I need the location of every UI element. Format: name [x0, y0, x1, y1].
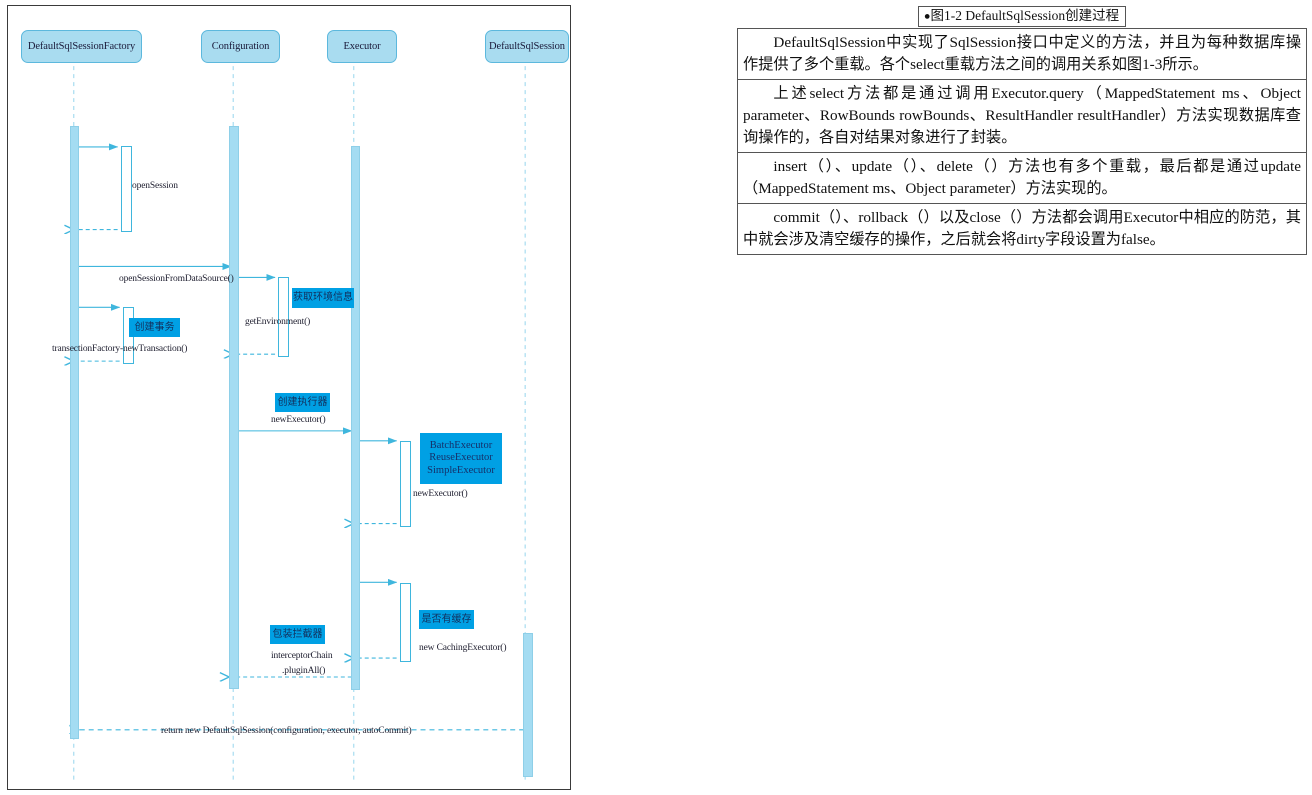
note-line: 包装拦截器 [272, 628, 323, 640]
note-line: BatchExecutor [429, 440, 493, 452]
message-label-new-transaction: transectionFactory-newTransaction() [52, 344, 188, 354]
message-label-return-default-sql-session: return new DefaultSqlSession(configurati… [161, 726, 412, 736]
participant-label: DefaultSqlSession [489, 41, 565, 52]
note-get-environment-info: 获取环境信息 [292, 288, 354, 308]
activation-nested-caching-executor [400, 583, 411, 662]
note-create-transaction: 创建事务 [129, 318, 180, 337]
activation-bar-configuration [229, 126, 239, 689]
participant-default-sql-session[interactable]: DefaultSqlSession [485, 30, 569, 63]
participant-label: Executor [343, 41, 381, 52]
note-line: 创建事务 [134, 321, 175, 333]
message-label-interceptor-chain: interceptorChain [271, 651, 333, 661]
caption-text: 图1-2 DefaultSqlSession创建过程 [930, 8, 1120, 23]
participant-label: DefaultSqlSessionFactory [27, 41, 136, 52]
note-wrap-interceptor: 包装拦截器 [270, 625, 325, 644]
message-label-open-session-from-datasource: openSessionFromDataSource() [119, 274, 234, 284]
participant-executor[interactable]: Executor [327, 30, 397, 63]
participant-label: Configuration [211, 41, 270, 52]
note-line: ReuseExecutor [429, 452, 493, 464]
activation-bar-executor [351, 146, 360, 690]
activation-nested-open-session [121, 146, 132, 232]
message-label-new-executor-self: newExecutor() [413, 489, 468, 499]
paragraph-block-2: 上述select方法都是通过调用Executor.query（MappedSta… [737, 79, 1307, 154]
caption-bullet-icon: ● [923, 10, 931, 23]
note-line: SimpleExecutor [427, 464, 495, 476]
message-label-open-session: openSession [132, 181, 178, 191]
text-panel: ●图1-2 DefaultSqlSession创建过程 DefaultSqlSe… [737, 6, 1307, 256]
paragraph-block-4: commit（）、rollback（）以及close（）方法都会调用Execut… [737, 203, 1307, 256]
note-line: 创建执行器 [277, 396, 328, 408]
message-label-plugin-all: .pluginAll() [282, 666, 326, 676]
figure-caption-wrap: ●图1-2 DefaultSqlSession创建过程 [737, 6, 1307, 28]
figure-caption: ●图1-2 DefaultSqlSession创建过程 [917, 6, 1127, 28]
note-executor-implementations: BatchExecutor ReuseExecutor SimpleExecut… [420, 433, 502, 484]
paragraph-block-1: DefaultSqlSession中实现了SqlSession接口中定义的方法，… [737, 28, 1307, 81]
message-label-new-executor-config: newExecutor() [271, 415, 326, 425]
note-has-cache: 是否有缓存 [419, 610, 474, 629]
message-label-get-environment: getEnvironment() [245, 317, 311, 327]
paragraph-block-3: insert（）、update（）、delete（）方法也有多个重载，最后都是通… [737, 152, 1307, 205]
activation-bar-factory [70, 126, 79, 739]
note-line: 获取环境信息 [293, 292, 353, 304]
note-line: 是否有缓存 [421, 613, 472, 625]
activation-bar-session [523, 633, 533, 777]
participant-configuration[interactable]: Configuration [201, 30, 280, 63]
note-create-executor: 创建执行器 [275, 393, 330, 412]
sequence-diagram-frame: DefaultSqlSessionFactory Configuration E… [7, 5, 571, 790]
message-label-new-caching-executor: new CachingExecutor() [419, 643, 507, 653]
activation-nested-new-executor [400, 441, 411, 527]
page-root: DefaultSqlSessionFactory Configuration E… [0, 0, 1312, 795]
participant-default-sql-session-factory[interactable]: DefaultSqlSessionFactory [21, 30, 142, 63]
